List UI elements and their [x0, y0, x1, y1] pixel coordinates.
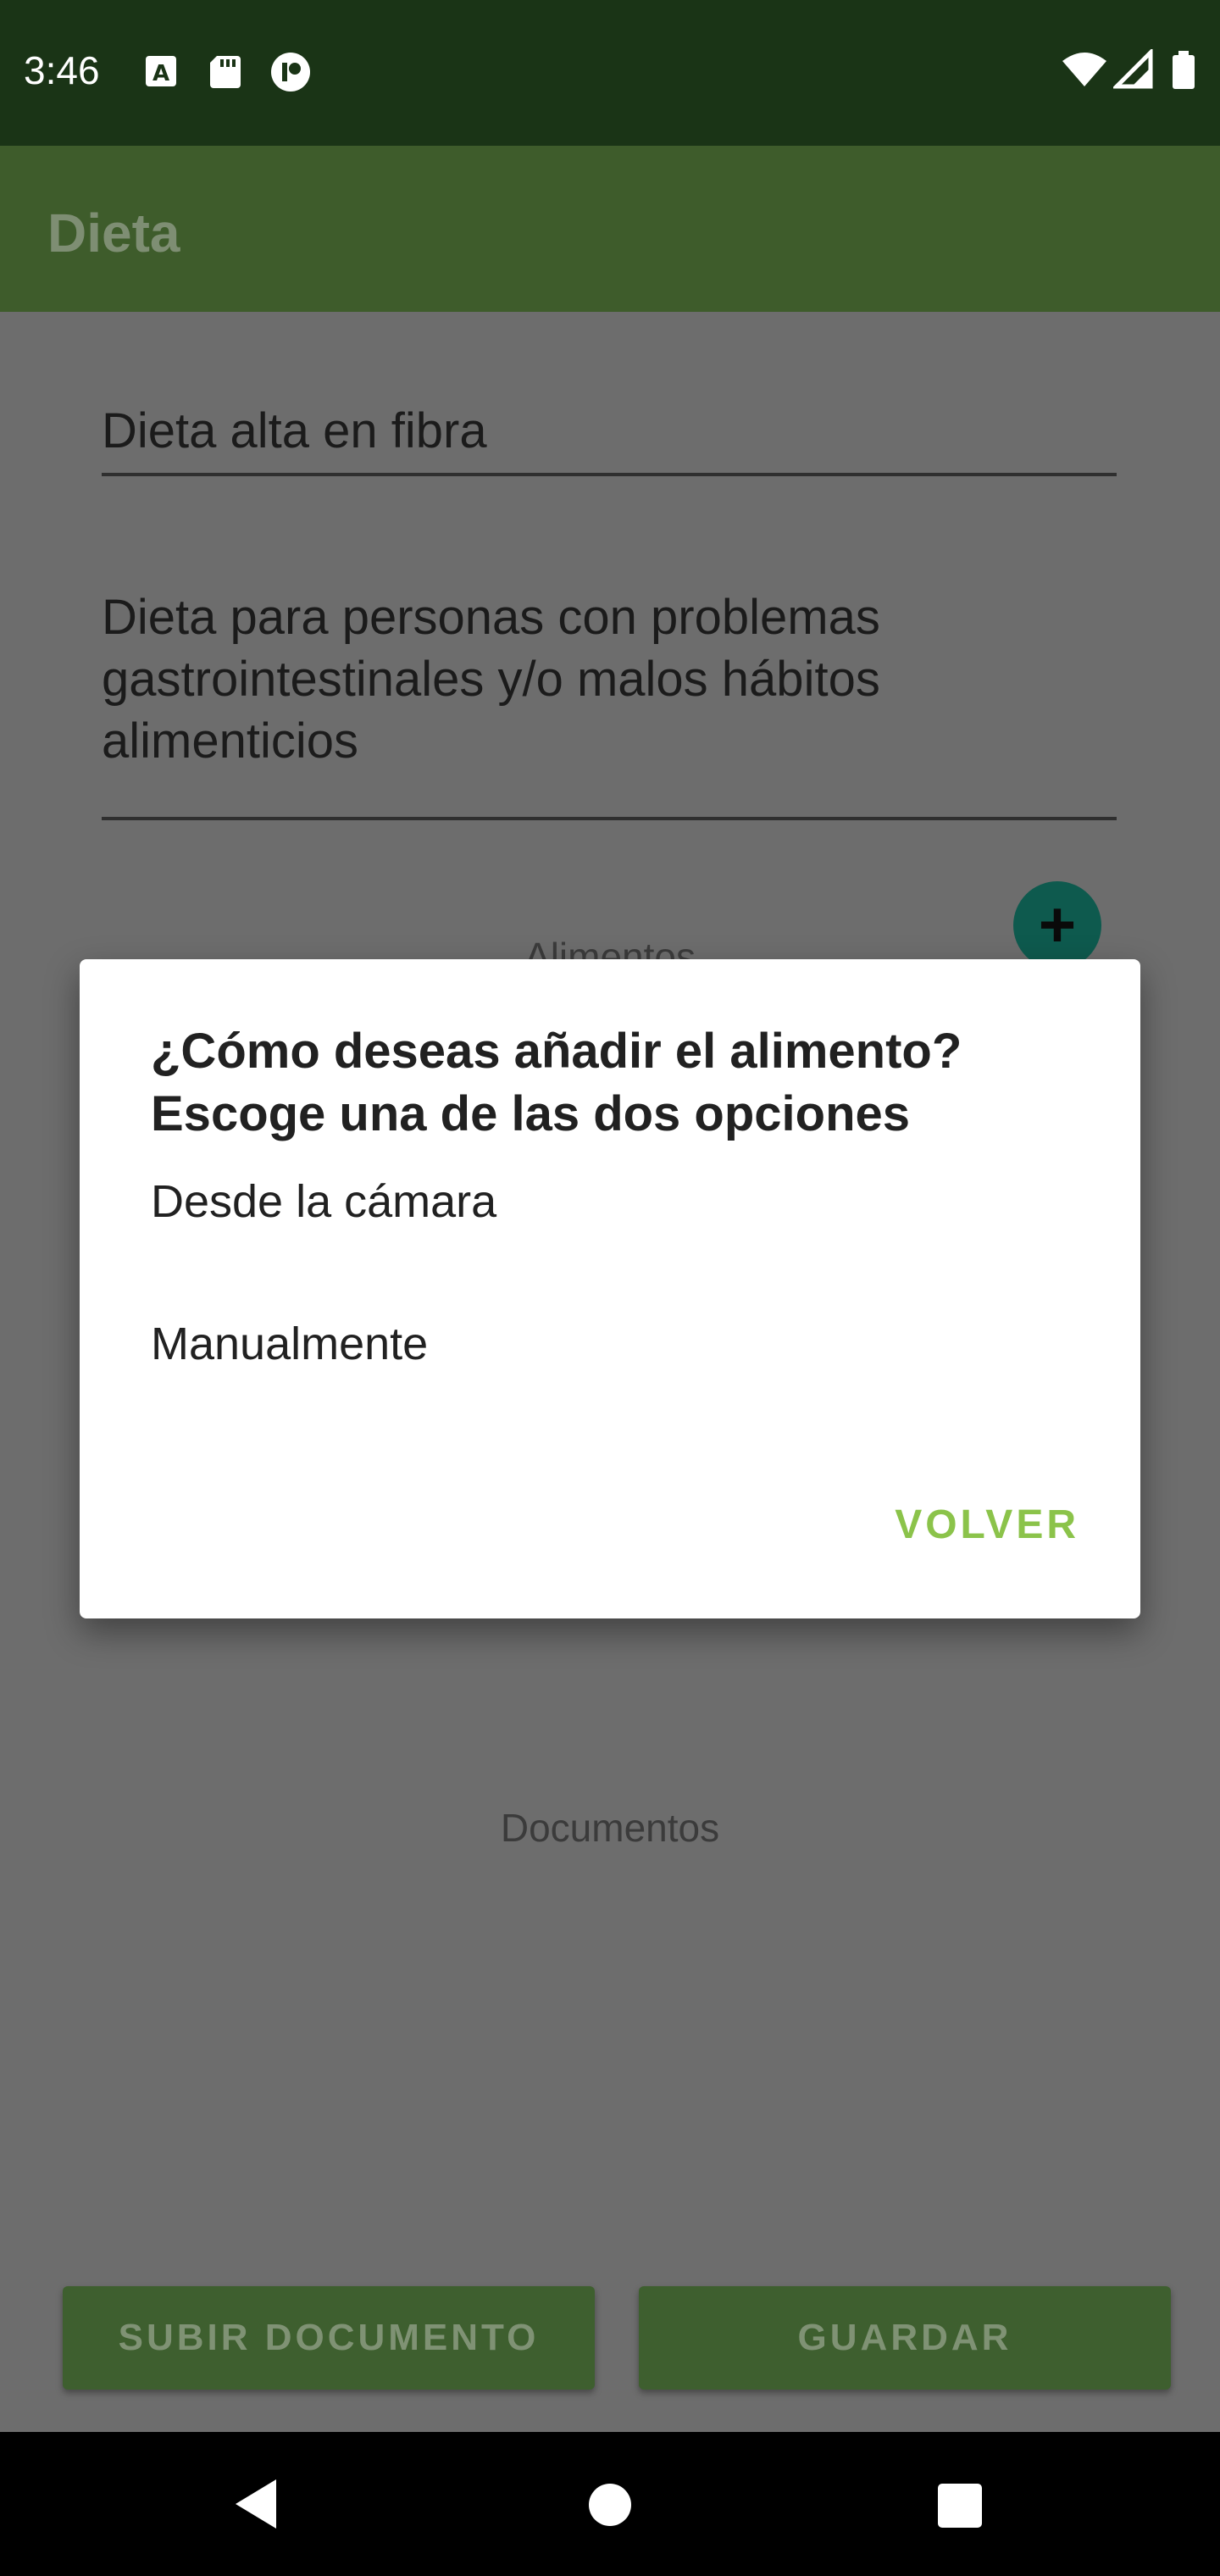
- add-food-button[interactable]: +: [1013, 881, 1101, 969]
- diet-name-field[interactable]: Dieta alta en fibra: [102, 400, 1117, 462]
- text-a-icon: A: [142, 53, 180, 90]
- cell-signal-icon: [1111, 47, 1154, 92]
- add-food-dialog: ¿Cómo deseas añadir el alimento? Escoge …: [80, 959, 1140, 1618]
- battery-icon: [1171, 49, 1196, 92]
- dialog-title: ¿Cómo deseas añadir el alimento? Escoge …: [151, 1024, 962, 1141]
- option-camera[interactable]: Desde la cámara: [151, 1151, 1069, 1252]
- svg-text:A: A: [152, 61, 169, 86]
- back-nav-icon[interactable]: [230, 2476, 281, 2532]
- save-button[interactable]: GUARDAR: [639, 2286, 1171, 2390]
- plus-icon: +: [1038, 889, 1077, 961]
- diet-description-field[interactable]: Dieta para personas con problemas gastro…: [102, 586, 1084, 772]
- home-nav-icon[interactable]: [588, 2483, 632, 2527]
- option-manual[interactable]: Manualmente: [151, 1293, 1069, 1395]
- app-bar: [0, 146, 1220, 312]
- sd-card-icon: [207, 53, 244, 90]
- wifi-icon: [1061, 49, 1108, 92]
- status-time: 3:46: [24, 48, 100, 92]
- documents-section-label: Documentos: [500, 1806, 720, 1850]
- status-bar: [0, 0, 1220, 146]
- recents-nav-icon[interactable]: [937, 2483, 983, 2529]
- page-title: Dieta: [47, 203, 180, 264]
- location-pin-icon: [269, 51, 312, 93]
- back-button[interactable]: VOLVER: [895, 1502, 1079, 1548]
- upload-document-button[interactable]: SUBIR DOCUMENTO: [63, 2286, 595, 2390]
- diet-description-underline: [102, 817, 1117, 820]
- diet-name-underline: [102, 473, 1117, 476]
